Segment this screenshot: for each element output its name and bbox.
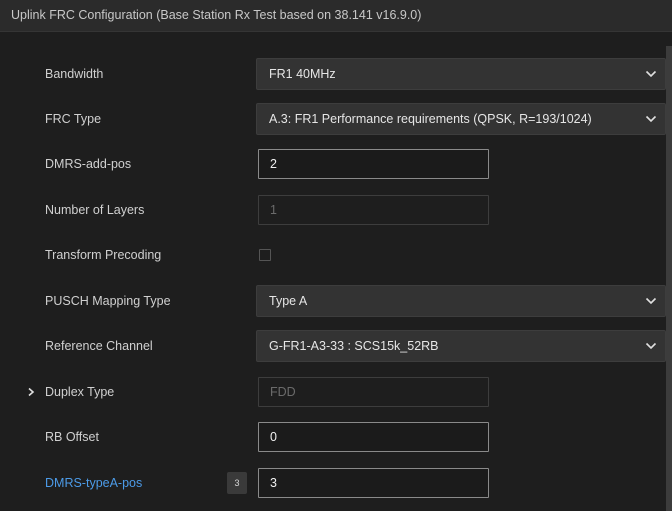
dmrs-typea-pos-badge[interactable]: 3	[227, 472, 247, 494]
chevron-down-icon	[645, 115, 657, 123]
frc-type-value: A.3: FR1 Performance requirements (QPSK,…	[269, 112, 592, 126]
dmrs-add-pos-label: DMRS-add-pos	[45, 157, 132, 171]
frc-type-label: FRC Type	[45, 112, 102, 126]
frc-type-dropdown[interactable]: A.3: FR1 Performance requirements (QPSK,…	[256, 103, 666, 135]
uplink-frc-panel: Uplink FRC Configuration (Base Station R…	[0, 0, 672, 511]
reference-channel-label: Reference Channel	[45, 339, 153, 353]
pusch-mapping-type-dropdown[interactable]: Type A	[256, 285, 666, 317]
reference-channel-value: G-FR1-A3-33 : SCS15k_52RB	[269, 339, 439, 353]
rb-offset-label: RB Offset	[45, 430, 99, 444]
scrollbar-thumb[interactable]	[666, 46, 672, 511]
chevron-down-icon	[645, 297, 657, 305]
chevron-down-icon	[645, 70, 657, 78]
pusch-mapping-type-label: PUSCH Mapping Type	[45, 294, 171, 308]
rb-offset-input[interactable]: 0	[258, 422, 489, 452]
row-pusch-mapping-type: PUSCH Mapping Type Type A	[0, 285, 666, 317]
dmrs-add-pos-input[interactable]: 2	[258, 149, 489, 179]
duplex-type-label: Duplex Type	[45, 385, 115, 399]
chevron-right-icon	[28, 387, 35, 397]
row-reference-channel: Reference Channel G-FR1-A3-33 : SCS15k_5…	[0, 330, 666, 362]
dmrs-typea-pos-input[interactable]: 3	[258, 468, 489, 498]
row-dmrs-typea-pos: DMRS-typeA-pos 3 3	[0, 467, 666, 499]
row-number-of-layers: Number of Layers 1	[0, 194, 666, 226]
bandwidth-value: FR1 40MHz	[269, 67, 336, 81]
number-of-layers-input: 1	[258, 195, 489, 225]
row-duplex-type: Duplex Type FDD	[0, 376, 666, 408]
duplex-type-expander[interactable]	[24, 376, 38, 408]
pusch-mapping-type-value: Type A	[269, 294, 308, 308]
chevron-down-icon	[645, 342, 657, 350]
number-of-layers-label: Number of Layers	[45, 203, 145, 217]
row-transform-precoding: Transform Precoding	[0, 239, 666, 271]
reference-channel-dropdown[interactable]: G-FR1-A3-33 : SCS15k_52RB	[256, 330, 666, 362]
transform-precoding-label: Transform Precoding	[45, 248, 162, 262]
bandwidth-label: Bandwidth	[45, 67, 104, 81]
row-bandwidth: Bandwidth FR1 40MHz	[0, 58, 666, 90]
transform-precoding-checkbox[interactable]	[259, 249, 271, 261]
row-frc-type: FRC Type A.3: FR1 Performance requiremen…	[0, 103, 666, 135]
row-dmrs-add-pos: DMRS-add-pos 2	[0, 148, 666, 180]
duplex-type-input: FDD	[258, 377, 489, 407]
dmrs-typea-pos-label[interactable]: DMRS-typeA-pos	[45, 467, 142, 499]
row-rb-offset: RB Offset 0	[0, 421, 666, 453]
panel-title: Uplink FRC Configuration (Base Station R…	[0, 0, 672, 32]
bandwidth-dropdown[interactable]: FR1 40MHz	[256, 58, 666, 90]
